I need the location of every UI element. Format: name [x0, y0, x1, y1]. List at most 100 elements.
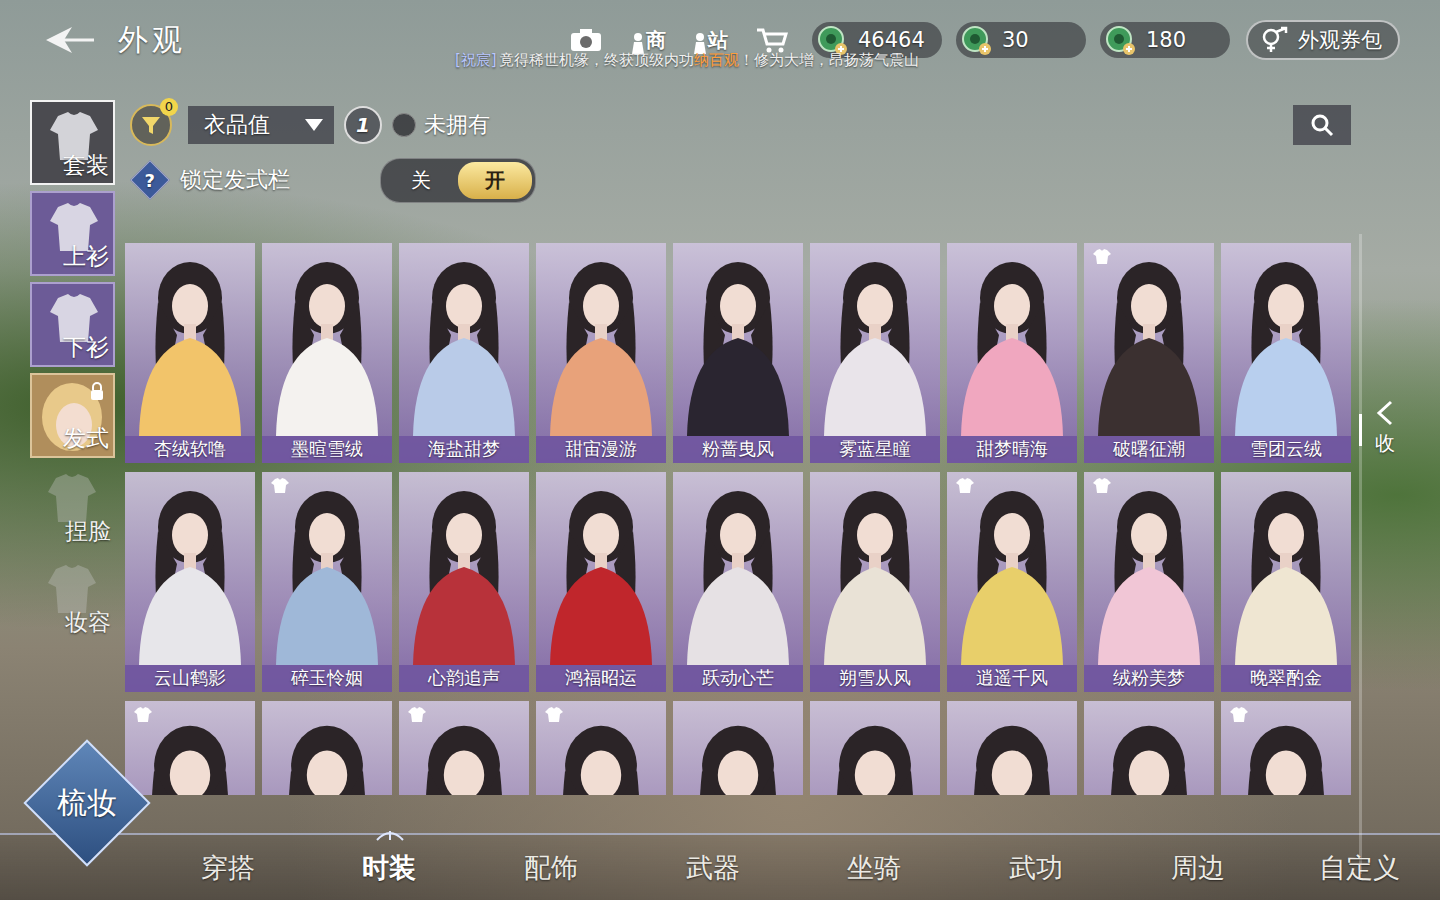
costume-portrait — [536, 472, 666, 665]
costume-portrait — [262, 472, 392, 665]
costume-card[interactable]: 墨暄雪绒 — [262, 243, 392, 463]
costume-card[interactable]: 跃动心芒 — [673, 472, 803, 692]
radio-circle — [392, 113, 416, 137]
costume-card[interactable] — [399, 701, 529, 795]
tool-button[interactable] — [560, 27, 612, 53]
page-title: 外观 — [118, 20, 186, 61]
search-button[interactable] — [1293, 105, 1351, 145]
nav-tab[interactable]: 武功 — [955, 850, 1117, 886]
costume-card[interactable] — [1221, 701, 1351, 795]
person-icon — [692, 32, 708, 54]
costume-card[interactable]: 破曙征潮 — [1084, 243, 1214, 463]
costume-card[interactable]: 粉蔷曳风 — [673, 243, 803, 463]
costume-card[interactable]: 晚翠酌金 — [1221, 472, 1351, 692]
costume-card[interactable]: 杏绒软噜 — [125, 243, 255, 463]
costume-card[interactable]: 海盐甜梦 — [399, 243, 529, 463]
filter-count-badge: 0 — [160, 98, 178, 116]
nav-tab[interactable]: 武器 — [632, 850, 794, 886]
shirt-icon — [407, 707, 427, 723]
costume-portrait — [1221, 472, 1351, 665]
costume-portrait — [673, 701, 803, 795]
nav-tab[interactable]: 时装 — [309, 850, 471, 886]
costume-portrait — [947, 472, 1077, 665]
category-item[interactable]: 捏脸 — [30, 464, 115, 549]
costume-card[interactable] — [125, 701, 255, 795]
category-item[interactable]: 上衫 — [30, 191, 115, 276]
filter-bar: 0 衣品值 1 未拥有 — [125, 100, 1351, 150]
category-item[interactable]: 套装 — [30, 100, 115, 185]
shirt-icon — [955, 478, 975, 494]
costume-portrait — [1084, 472, 1214, 665]
scrollbar[interactable] — [1359, 234, 1362, 874]
costume-card[interactable]: 鸿福昭运 — [536, 472, 666, 692]
broadcast-message: [祝宸]竟得稀世机缘，终获顶级内功纳百观！修为大增，昂扬荡气震山 — [455, 51, 919, 70]
caret-down-icon — [304, 118, 324, 132]
voucher-button[interactable]: 外观券包 — [1246, 20, 1400, 60]
tool-button[interactable]: 站 — [684, 27, 736, 54]
person-icon — [630, 32, 646, 54]
costume-card[interactable]: 绒粉美梦 — [1084, 472, 1214, 692]
costume-card[interactable] — [673, 701, 803, 795]
funnel-icon — [140, 114, 162, 136]
costume-portrait — [536, 243, 666, 436]
category-item[interactable]: 发式 — [30, 373, 115, 458]
selection-ornament-icon — [375, 828, 405, 842]
costume-portrait — [673, 472, 803, 665]
wardrobe-panel: 0 衣品值 1 未拥有 ?锁定发式栏关开杏绒软噜墨暄雪绒海盐甜梦甜宙漫游粉蔷曳风雾蓝星瞳… — [125, 100, 1351, 833]
right-rail: 收 — [1351, 100, 1440, 833]
costume-card[interactable]: 碎玉怜姻 — [262, 472, 392, 692]
costume-card[interactable]: 甜梦晴海 — [947, 243, 1077, 463]
costume-card[interactable]: 逍遥千风 — [947, 472, 1077, 692]
tool-button[interactable] — [746, 26, 798, 54]
costume-card[interactable]: 雾蓝星瞳 — [810, 243, 940, 463]
filter-button[interactable]: 0 — [130, 104, 172, 146]
costume-portrait — [810, 701, 940, 795]
nav-tab[interactable]: 穿搭 — [147, 850, 309, 886]
char-tool: 商 — [630, 27, 666, 54]
costume-portrait — [810, 243, 940, 436]
costume-card[interactable] — [262, 701, 392, 795]
shirt-icon — [133, 707, 153, 723]
currency-pill[interactable]: 180 — [1100, 22, 1230, 58]
costume-card[interactable]: 甜宙漫游 — [536, 243, 666, 463]
nav-tab[interactable]: 配饰 — [470, 850, 632, 886]
costume-card[interactable] — [536, 701, 666, 795]
bottom-nav: 穿搭时装配饰武器坐骑武功周边自定义 — [0, 833, 1440, 900]
help-button[interactable]: ? — [130, 160, 170, 200]
shirt-icon — [544, 707, 564, 723]
toggle-option[interactable]: 开 — [458, 162, 532, 199]
char-tool: 站 — [692, 27, 728, 54]
sort-order-button[interactable]: 1 — [344, 106, 382, 144]
category-item[interactable]: 下衫 — [30, 282, 115, 367]
toggle-option[interactable]: 关 — [384, 162, 458, 199]
costume-card[interactable]: 朔雪从风 — [810, 472, 940, 692]
content: 套装上衫下衫发式捏脸妆容 0 衣品值 1 未拥有 ?锁定发式栏关开杏绒软噜墨暄雪绒海盐甜梦… — [0, 80, 1440, 833]
nav-tab[interactable]: 坐骑 — [794, 850, 956, 886]
costume-card[interactable] — [1084, 701, 1214, 795]
nav-tab[interactable]: 自定义 — [1278, 850, 1440, 886]
costume-portrait — [947, 243, 1077, 436]
chevron-left-icon — [1375, 400, 1395, 426]
lock-hair-row: ?锁定发式栏关开 — [125, 150, 1351, 210]
costume-portrait — [262, 243, 392, 436]
back-button[interactable] — [42, 23, 98, 57]
costume-card[interactable]: 心韵追声 — [399, 472, 529, 692]
cart-icon — [755, 26, 789, 54]
sort-dropdown[interactable]: 衣品值 — [188, 106, 334, 144]
tool-button[interactable]: 商 — [622, 27, 674, 54]
costume-portrait — [125, 472, 255, 665]
lock-hair-toggle[interactable]: 关开 — [380, 158, 536, 203]
costume-grid: 杏绒软噜墨暄雪绒海盐甜梦甜宙漫游粉蔷曳风雾蓝星瞳甜梦晴海破曙征潮雪团云绒云山鹤影… — [125, 243, 1351, 795]
costume-card[interactable] — [810, 701, 940, 795]
unowned-toggle[interactable]: 未拥有 — [392, 110, 490, 140]
nav-tab[interactable]: 周边 — [1117, 850, 1279, 886]
costume-portrait — [673, 243, 803, 436]
costume-card[interactable]: 雪团云绒 — [1221, 243, 1351, 463]
category-item[interactable]: 妆容 — [30, 555, 115, 640]
dress-button[interactable]: 梳妆 — [22, 738, 152, 868]
costume-portrait — [399, 472, 529, 665]
costume-card[interactable] — [947, 701, 1077, 795]
currency-pill[interactable]: 30 — [956, 22, 1086, 58]
collapse-button[interactable]: 收 — [1375, 400, 1395, 457]
costume-card[interactable]: 云山鹤影 — [125, 472, 255, 692]
